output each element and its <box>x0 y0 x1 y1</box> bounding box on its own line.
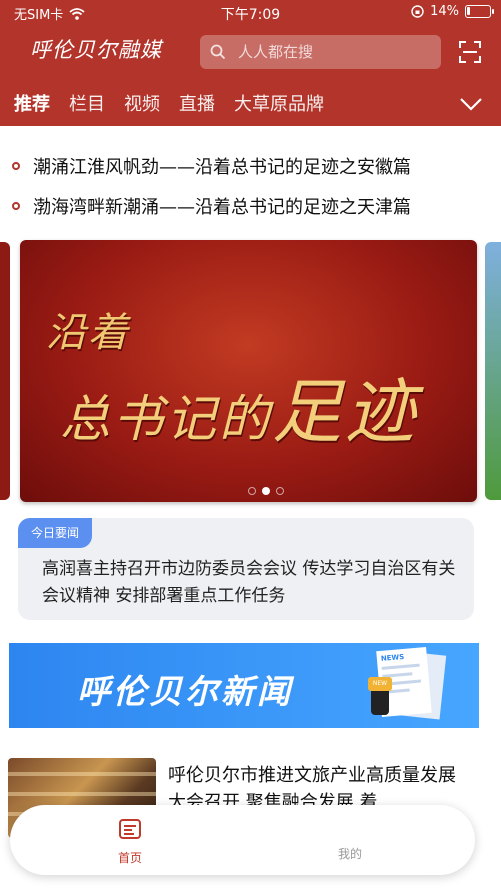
headline-text: 渤海湾畔新潮涌——沿着总书记的足迹之天津篇 <box>33 197 411 218</box>
today-badge: 今日要闻 <box>18 518 93 548</box>
tab-grassland-brand[interactable]: 大草原品牌 <box>234 90 324 120</box>
tab-me-label: 我的 <box>337 847 362 861</box>
status-right: 14% <box>411 4 494 19</box>
pager-dot[interactable] <box>262 487 270 495</box>
headline-list: 潮涌江淮风帆劲——沿着总书记的足迹之安徽篇 渤海湾畔新潮涌——沿着总书记的足迹之… <box>12 146 482 226</box>
battery-fill <box>467 7 470 15</box>
orientation-lock-icon <box>411 5 424 18</box>
slide-title-line2: 总书记的足迹 <box>60 356 418 457</box>
tab-home-label: 首页 <box>117 851 142 865</box>
carousel-prev-slide[interactable] <box>0 242 10 500</box>
news-banner[interactable]: 呼伦贝尔新闻 NEWS NEW <box>9 643 479 728</box>
thumbnail-shelf <box>8 792 156 796</box>
newspaper-line <box>381 663 420 670</box>
tab-me[interactable]: 我的 <box>320 817 380 862</box>
home-news-icon <box>119 819 141 839</box>
search-input[interactable] <box>238 43 418 61</box>
channel-tabs: 推荐 栏目 视频 直播 大草原品牌 <box>14 90 324 120</box>
tab-recommend[interactable]: 推荐 <box>14 90 50 120</box>
banner-carousel: 沿着 总书记的足迹 <box>0 238 501 508</box>
status-bar: 无SIM卡 下午7:09 14% <box>0 0 501 26</box>
today-news-text: 高润喜主持召开市边防委员会会议 传达学习自治区有关会议精神 安排部署重点工作任务 <box>42 559 456 606</box>
scan-icon[interactable] <box>458 40 482 64</box>
bottom-tab-bar: 首页 我的 <box>10 805 475 875</box>
app-header: 无SIM卡 下午7:09 14% 呼伦贝尔融媒 人人都在搜 推荐 栏目 视频 直… <box>0 0 501 126</box>
tab-video[interactable]: 视频 <box>124 90 160 120</box>
bullet-icon <box>12 162 20 170</box>
tab-columns[interactable]: 栏目 <box>69 90 105 120</box>
battery-icon <box>465 5 494 18</box>
carousel-next-slide[interactable] <box>485 242 501 500</box>
pager-dot[interactable] <box>276 487 284 495</box>
newspaper-label: NEWS <box>380 652 405 663</box>
thumbnail-shelf <box>8 772 156 776</box>
headline-text: 潮涌江淮风帆劲——沿着总书记的足迹之安徽篇 <box>33 157 411 178</box>
tab-live[interactable]: 直播 <box>179 90 215 120</box>
search-box[interactable] <box>200 35 441 69</box>
slide-title-part-a: 总书记的 <box>60 390 272 448</box>
banner-title: 呼伦贝尔新闻 <box>77 672 293 711</box>
pager-dot[interactable] <box>248 487 256 495</box>
headline-item[interactable]: 渤海湾畔新潮涌——沿着总书记的足迹之天津篇 <box>12 186 482 226</box>
slide-title-line1: 沿着 <box>46 310 130 356</box>
carousel-slide[interactable]: 沿着 总书记的足迹 <box>20 240 477 502</box>
headline-item[interactable]: 潮涌江淮风帆劲——沿着总书记的足迹之安徽篇 <box>12 146 482 186</box>
chevron-down-icon[interactable] <box>458 94 484 114</box>
carousel-pager <box>248 487 284 495</box>
search-icon <box>210 44 226 60</box>
battery-percent: 14% <box>430 4 459 19</box>
today-news-card[interactable]: 今日要闻 高润喜主持召开市边防委员会会议 传达学习自治区有关会议精神 安排部署重… <box>18 518 474 620</box>
microphone-icon <box>371 687 389 715</box>
slide-title-part-b: 足迹 <box>272 371 418 453</box>
bullet-icon <box>12 202 20 210</box>
app-logo: 呼伦贝尔融媒 <box>30 38 162 62</box>
tab-home[interactable]: 首页 <box>100 817 160 866</box>
microphone-label: NEW <box>368 677 392 691</box>
